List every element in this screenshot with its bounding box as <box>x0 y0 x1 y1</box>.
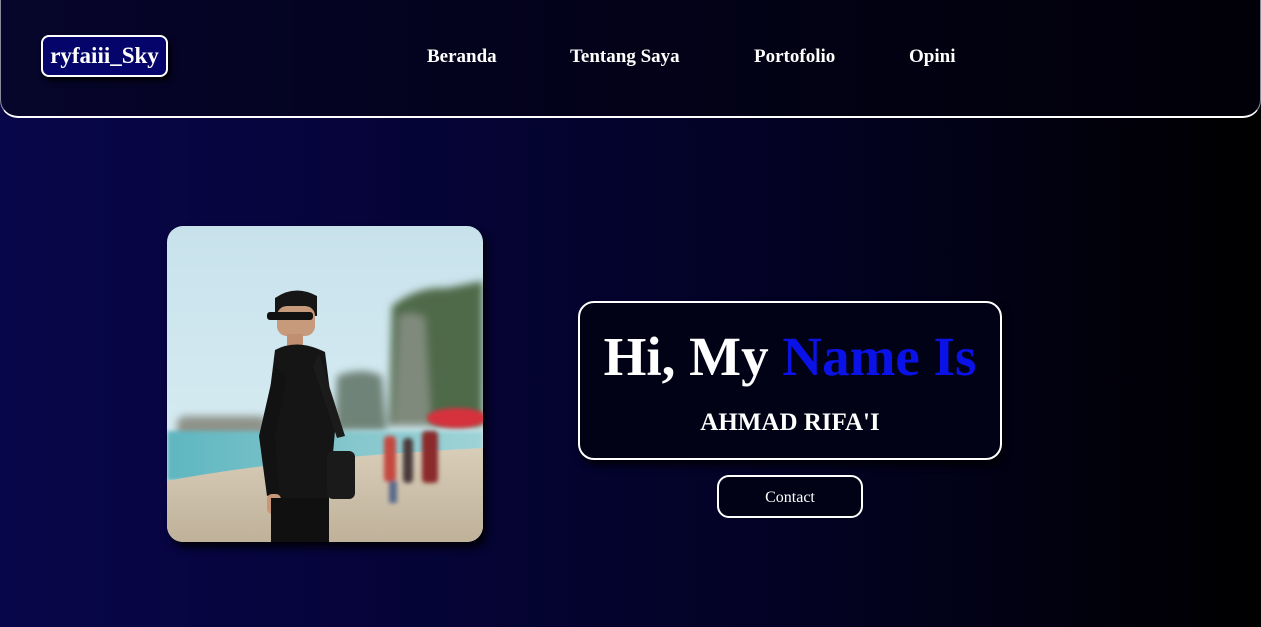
hero-name: AHMAD RIFA'I <box>700 409 880 436</box>
site-logo[interactable]: ryfaiii_Sky <box>41 35 168 77</box>
navbar: ryfaiii_Sky Beranda Tentang Saya Portofo… <box>0 0 1261 118</box>
contact-button[interactable]: Contact <box>717 475 863 518</box>
nav-link-portofolio[interactable]: Portofolio <box>754 44 835 70</box>
greeting-prefix: Hi, My <box>603 326 783 387</box>
nav-link-tentang-saya[interactable]: Tentang Saya <box>570 44 680 70</box>
nav-link-opini[interactable]: Opini <box>909 44 955 70</box>
hero-greeting: Hi, My Name Is <box>580 325 1000 389</box>
profile-photo <box>167 226 483 542</box>
greeting-accent: Name Is <box>782 326 977 387</box>
nav-link-beranda[interactable]: Beranda <box>427 44 497 70</box>
hero-intro-card: Hi, My Name Is AHMAD RIFA'I <box>578 301 1002 460</box>
